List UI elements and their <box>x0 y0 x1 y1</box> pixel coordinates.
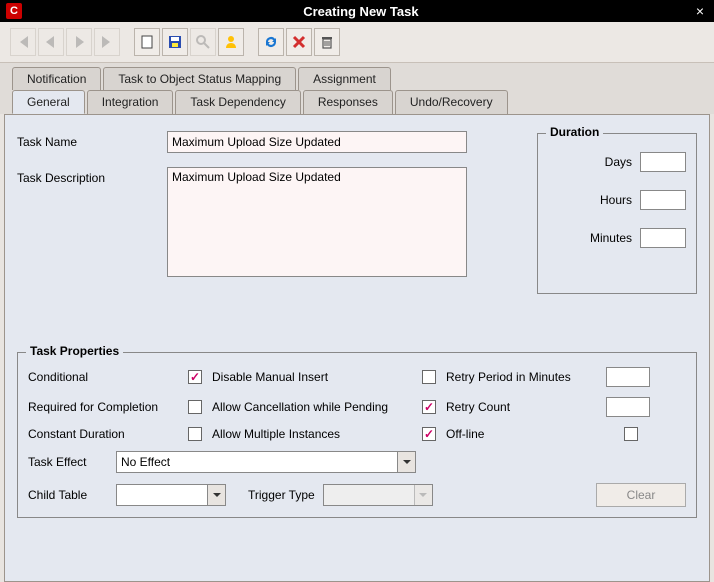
chevron-down-icon <box>414 485 432 505</box>
chevron-down-icon[interactable] <box>207 485 225 505</box>
close-icon[interactable]: × <box>692 3 708 19</box>
allow-multiple-label: Allow Multiple Instances <box>212 427 412 441</box>
required-completion-label: Required for Completion <box>28 400 178 414</box>
disable-manual-checkbox[interactable] <box>422 370 436 384</box>
retry-count-input[interactable] <box>606 397 650 417</box>
new-button[interactable] <box>134 28 160 56</box>
task-description-input[interactable]: Maximum Upload Size Updated <box>167 167 467 277</box>
window-title: Creating New Task <box>30 4 692 19</box>
conditional-label: Conditional <box>28 370 178 384</box>
task-properties-legend: Task Properties <box>26 344 123 358</box>
tab-task-object-status[interactable]: Task to Object Status Mapping <box>103 67 296 90</box>
offline-label: Off-line <box>446 427 606 441</box>
tab-content-general: Task Name Task Description Maximum Uploa… <box>4 114 710 582</box>
tab-row-lower: General Integration Task Dependency Resp… <box>0 90 714 114</box>
delete-button[interactable] <box>286 28 312 56</box>
first-record-button <box>10 28 36 56</box>
days-label: Days <box>605 155 632 169</box>
task-effect-select[interactable] <box>116 451 416 473</box>
tab-integration[interactable]: Integration <box>87 90 174 114</box>
refresh-button[interactable] <box>258 28 284 56</box>
retry-period-label: Retry Period in Minutes <box>446 370 606 384</box>
retry-count-label: Retry Count <box>446 400 606 414</box>
next-record-button <box>66 28 92 56</box>
last-record-button <box>94 28 120 56</box>
required-completion-checkbox[interactable] <box>188 400 202 414</box>
task-name-input[interactable] <box>167 131 467 153</box>
minutes-input[interactable] <box>640 228 686 248</box>
allow-multiple-checkbox[interactable] <box>422 427 436 441</box>
titlebar: C Creating New Task × <box>0 0 714 22</box>
hours-label: Hours <box>600 193 632 207</box>
tab-task-dependency[interactable]: Task Dependency <box>175 90 300 114</box>
task-effect-value[interactable] <box>116 451 416 473</box>
trigger-type-label: Trigger Type <box>248 488 315 502</box>
days-input[interactable] <box>640 152 686 172</box>
task-properties-fieldset: Task Properties Conditional Disable Manu… <box>17 352 697 518</box>
toolbar <box>0 22 714 63</box>
task-name-label: Task Name <box>17 131 167 149</box>
allow-cancel-checkbox[interactable] <box>422 400 436 414</box>
tab-general[interactable]: General <box>12 90 85 114</box>
chevron-down-icon[interactable] <box>397 452 415 472</box>
trash-button[interactable] <box>314 28 340 56</box>
tab-row-upper: Notification Task to Object Status Mappi… <box>0 63 714 90</box>
child-table-label: Child Table <box>28 488 108 502</box>
constant-duration-label: Constant Duration <box>28 427 178 441</box>
hours-input[interactable] <box>640 190 686 210</box>
conditional-checkbox[interactable] <box>188 370 202 384</box>
task-description-label: Task Description <box>17 167 167 185</box>
duration-legend: Duration <box>546 125 603 139</box>
app-icon: C <box>6 3 22 19</box>
minutes-label: Minutes <box>590 231 632 245</box>
allow-cancel-label: Allow Cancellation while Pending <box>212 400 412 414</box>
task-effect-label: Task Effect <box>28 455 108 469</box>
retry-period-input[interactable] <box>606 367 650 387</box>
prev-record-button <box>38 28 64 56</box>
clear-button: Clear <box>596 483 686 507</box>
save-button[interactable] <box>162 28 188 56</box>
offline-checkbox[interactable] <box>624 427 638 441</box>
search-button <box>190 28 216 56</box>
child-table-select[interactable] <box>116 484 226 506</box>
trigger-type-select[interactable] <box>323 484 433 506</box>
tab-undo-recovery[interactable]: Undo/Recovery <box>395 90 508 114</box>
assign-button[interactable] <box>218 28 244 56</box>
tab-responses[interactable]: Responses <box>303 90 393 114</box>
duration-fieldset: Duration Days Hours Minutes <box>537 133 697 294</box>
constant-duration-checkbox[interactable] <box>188 427 202 441</box>
tab-assignment[interactable]: Assignment <box>298 67 391 90</box>
tab-notification[interactable]: Notification <box>12 67 101 90</box>
disable-manual-label: Disable Manual Insert <box>212 370 412 384</box>
